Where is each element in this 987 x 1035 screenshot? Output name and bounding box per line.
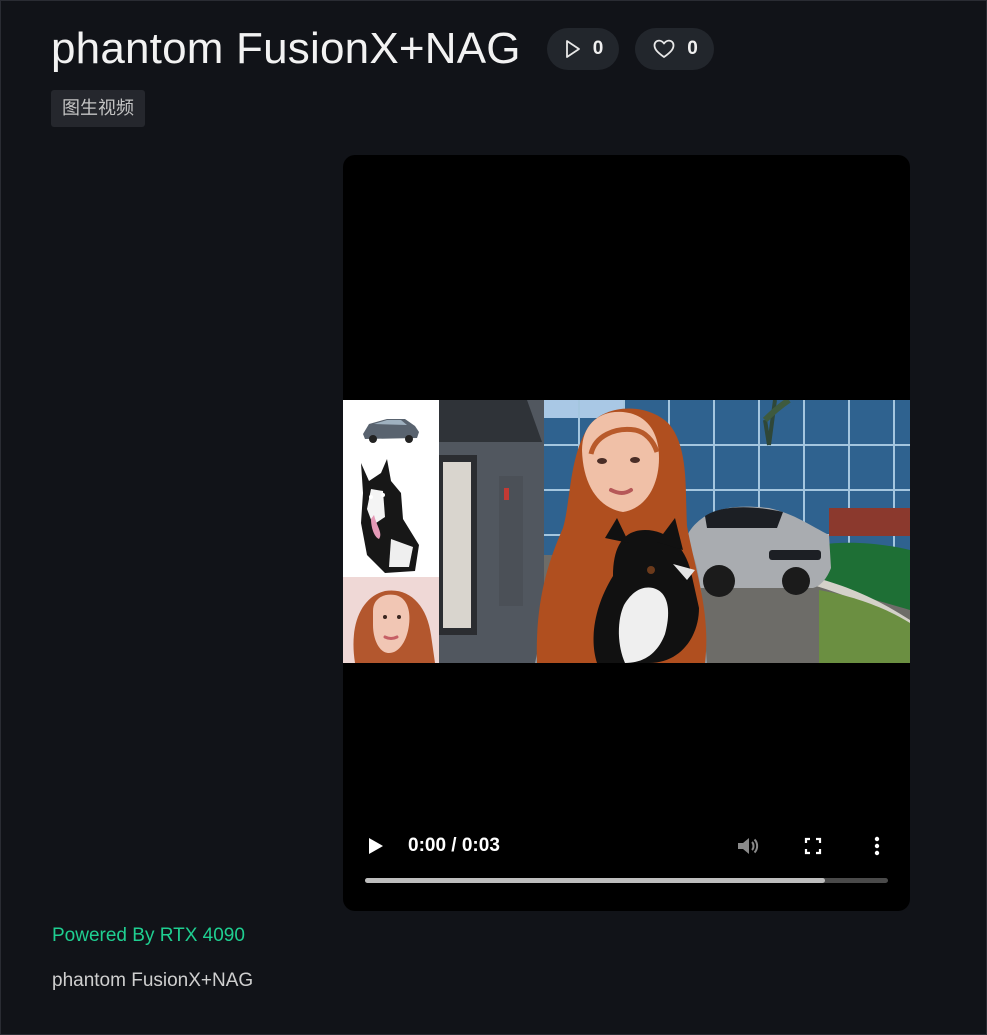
volume-icon[interactable] [736,835,760,857]
fullscreen-icon[interactable] [803,835,823,857]
like-count: 0 [687,38,698,59]
category-tag[interactable]: 图生视频 [51,90,145,127]
powered-by-text: Powered By RTX 4090 [52,925,245,946]
like-button[interactable]: 0 [635,28,714,70]
woman-reference-image [343,577,439,663]
footer-title: phantom FusionX+NAG [52,970,254,991]
play-count-button[interactable]: 0 [546,28,620,70]
car-reference-image [343,400,439,455]
more-options-icon[interactable] [872,835,882,857]
play-count: 0 [592,38,604,59]
time-display: 0:00 / 0:03 [408,835,500,856]
video-player[interactable]: 0:00 / 0:03 [343,155,910,911]
page-title: phantom FusionX+NAG [51,24,521,73]
heart-icon [653,39,675,58]
video-scene-image [439,400,910,663]
play-icon[interactable] [366,835,386,857]
reference-images [343,400,439,663]
play-outline-icon [565,40,580,58]
page: phantom FusionX+NAG 0 0 图生视频 0:00 / 0:03… [0,0,987,1035]
header: phantom FusionX+NAG 0 0 [51,23,730,75]
progress-fill [365,878,826,883]
video-frame [343,400,910,663]
dog-reference-image [343,455,439,577]
progress-bar[interactable] [365,878,888,883]
